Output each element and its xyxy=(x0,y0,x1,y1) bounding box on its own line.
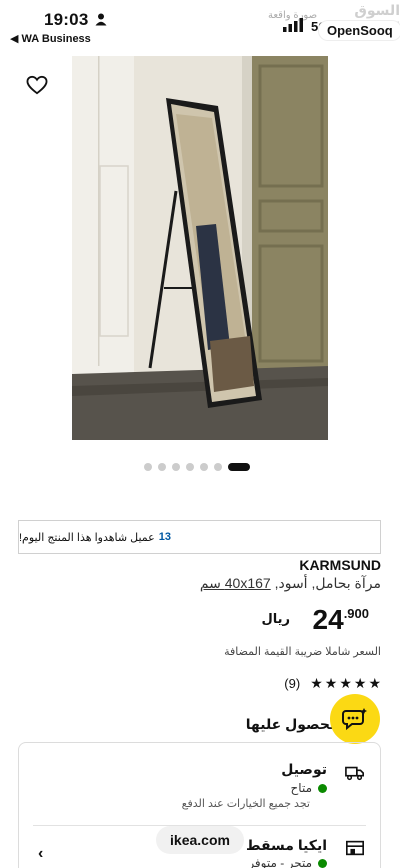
star-icon: ★ xyxy=(324,675,338,691)
price-decimal: .900 xyxy=(343,606,369,621)
product-brand: KARMSUND xyxy=(299,557,381,573)
gallery-dot-active[interactable] xyxy=(228,463,250,471)
gallery-dot[interactable] xyxy=(172,463,180,471)
store-icon xyxy=(346,840,364,856)
store-status: متجر - متوفر xyxy=(248,856,327,868)
gallery-dot[interactable] xyxy=(200,463,208,471)
star-icon: ★ xyxy=(310,675,323,691)
viewers-text: عميل شاهدوا هذا المنتج اليوم! xyxy=(19,531,155,544)
gallery-indicator[interactable] xyxy=(144,463,250,471)
delivery-status-text: متاح xyxy=(290,781,312,795)
delivery-title[interactable]: توصيل xyxy=(281,761,327,778)
delivery-note: تجد جميع الخيارات عند الدفع xyxy=(181,798,310,810)
rating-count: (9) xyxy=(284,676,301,691)
star-icon: ★ xyxy=(368,675,381,691)
product-image[interactable] xyxy=(72,56,328,440)
store-status-text: متجر - متوفر xyxy=(248,856,312,868)
product-description: مرآة بحامل, أسود, 40x167 سم xyxy=(200,575,381,592)
delivery-status: متاح xyxy=(291,781,327,795)
chat-sparkle-icon xyxy=(342,708,367,731)
vat-note: السعر شاملا ضريبة القيمة المضافة xyxy=(224,646,381,658)
clock: 19:03 xyxy=(44,10,89,29)
status-dot-icon xyxy=(318,858,327,868)
price-currency: ريال xyxy=(261,611,290,626)
star-icon: ★ xyxy=(353,675,367,691)
heart-icon[interactable] xyxy=(26,75,48,95)
status-dot-icon xyxy=(318,783,327,793)
watermark-logo: OpenSooq xyxy=(319,21,400,40)
gallery-dot[interactable] xyxy=(214,463,222,471)
product-price: 24 .900 xyxy=(313,603,369,637)
back-to-app-link[interactable]: ◀ WA Business xyxy=(10,32,91,45)
truck-icon xyxy=(345,766,364,781)
viewers-count: 13 xyxy=(158,531,171,543)
star-icon: ★ xyxy=(339,675,352,691)
signal-icon xyxy=(283,18,303,32)
mirror-photo-illustration xyxy=(72,56,328,440)
description-text: مرآة بحامل, أسود, xyxy=(270,575,381,591)
status-bar: 19:03 ◀ WA Business صورة واقعة 5G السوق … xyxy=(0,0,400,48)
size-link[interactable]: 40x167 سم xyxy=(200,575,271,591)
chat-button[interactable] xyxy=(330,694,380,744)
rating[interactable]: (9) ★ ★ ★ ★ ★ xyxy=(284,675,381,692)
store-title[interactable]: ايكيا مسقط xyxy=(246,837,327,854)
url-bar[interactable]: ikea.com xyxy=(156,826,244,854)
back-chevron-icon[interactable]: ‹ xyxy=(38,845,43,863)
gallery-dot[interactable] xyxy=(144,463,152,471)
price-integer: 24 xyxy=(312,604,344,635)
viewers-banner: 13 عميل شاهدوا هذا المنتج اليوم! xyxy=(18,520,381,554)
gallery-dot[interactable] xyxy=(158,463,166,471)
gallery-dot[interactable] xyxy=(186,463,194,471)
person-icon xyxy=(95,13,107,26)
availability-title: الحصول عليها xyxy=(245,716,340,732)
